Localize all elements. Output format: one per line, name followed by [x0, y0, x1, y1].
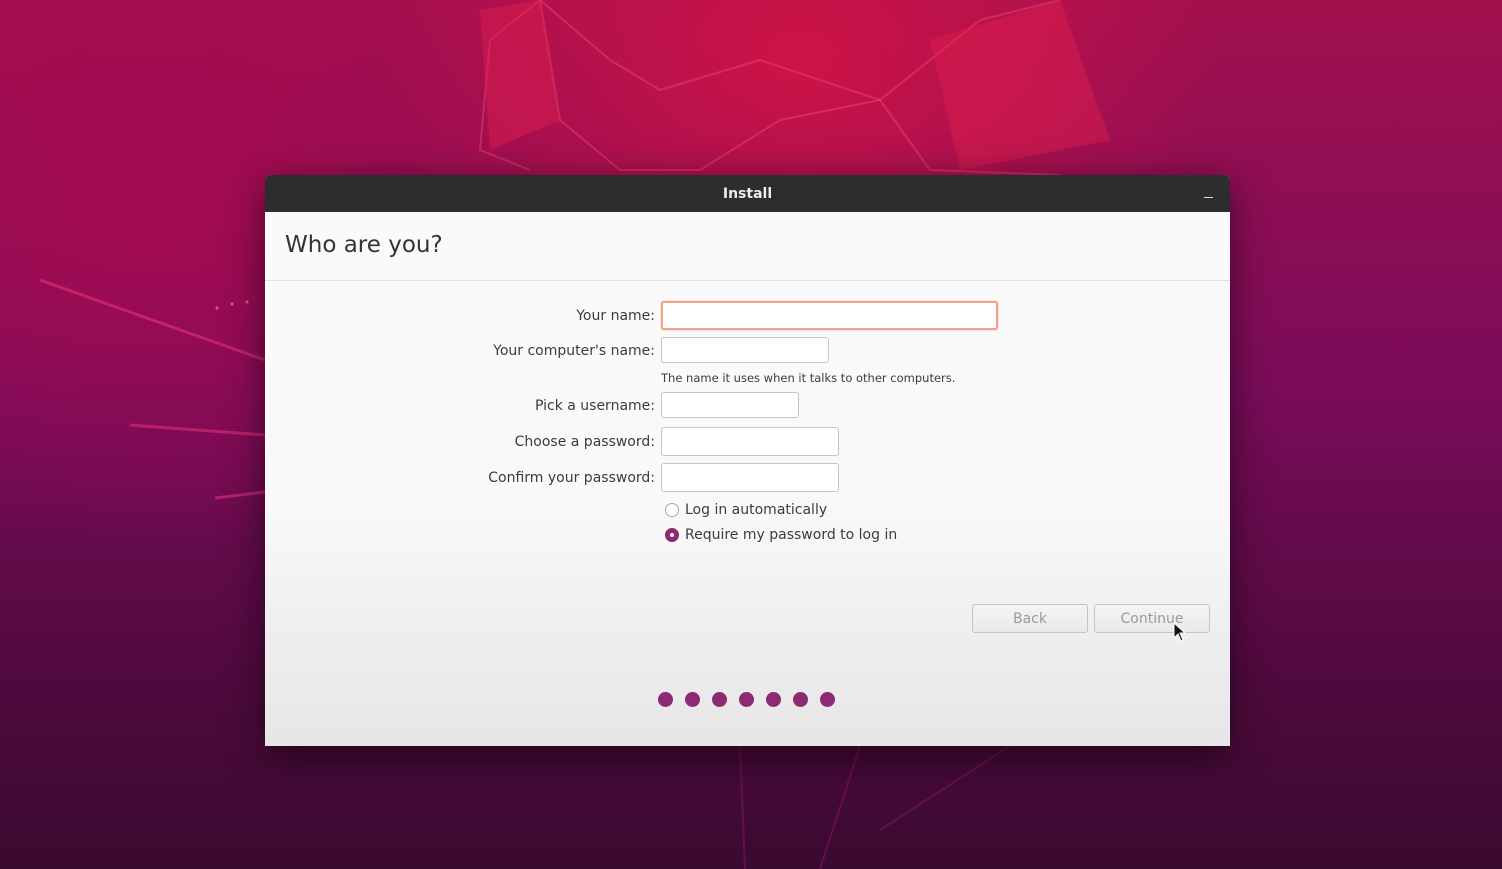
installer-window: Install Who are you? Your name: Your com…: [265, 175, 1230, 746]
window-title: Install: [722, 185, 773, 202]
username-label: Pick a username:: [534, 398, 655, 414]
continue-button[interactable]: Continue: [1094, 604, 1210, 633]
back-button[interactable]: Back: [972, 604, 1088, 633]
progress-dot: [739, 692, 754, 707]
confirm-password-input[interactable]: [661, 463, 839, 492]
login-auto-radio[interactable]: [665, 503, 679, 517]
progress-indicator: [658, 692, 835, 707]
name-label: Your name:: [576, 308, 655, 324]
require-password-radio[interactable]: [665, 528, 679, 542]
page-content: Who are you? Your name: Your computer's …: [265, 212, 1230, 746]
password-input[interactable]: [661, 427, 839, 456]
progress-dot: [820, 692, 835, 707]
username-input[interactable]: [661, 392, 799, 418]
password-label: Choose a password:: [514, 434, 655, 450]
require-password-label: Require my password to log in: [685, 527, 898, 543]
computer-name-label: Your computer's name:: [493, 343, 655, 359]
desktop-background: Install Who are you? Your name: Your com…: [0, 0, 1502, 869]
progress-dot: [712, 692, 727, 707]
require-password-option[interactable]: Require my password to log in: [665, 527, 897, 543]
computer-name-input[interactable]: [661, 337, 829, 363]
title-bar: Install: [265, 175, 1230, 212]
name-input[interactable]: [661, 301, 998, 330]
progress-dot: [793, 692, 808, 707]
login-auto-option[interactable]: Log in automatically: [665, 502, 827, 518]
mouse-pointer-icon: [1173, 622, 1187, 642]
login-auto-label: Log in automatically: [685, 502, 828, 518]
header-divider: [265, 280, 1230, 281]
progress-dot: [658, 692, 673, 707]
confirm-password-label: Confirm your password:: [488, 470, 655, 486]
computer-name-hint: The name it uses when it talks to other …: [661, 371, 956, 385]
minimize-icon[interactable]: [1198, 183, 1218, 203]
progress-dot: [766, 692, 781, 707]
page-title: Who are you?: [285, 232, 443, 258]
progress-dot: [685, 692, 700, 707]
